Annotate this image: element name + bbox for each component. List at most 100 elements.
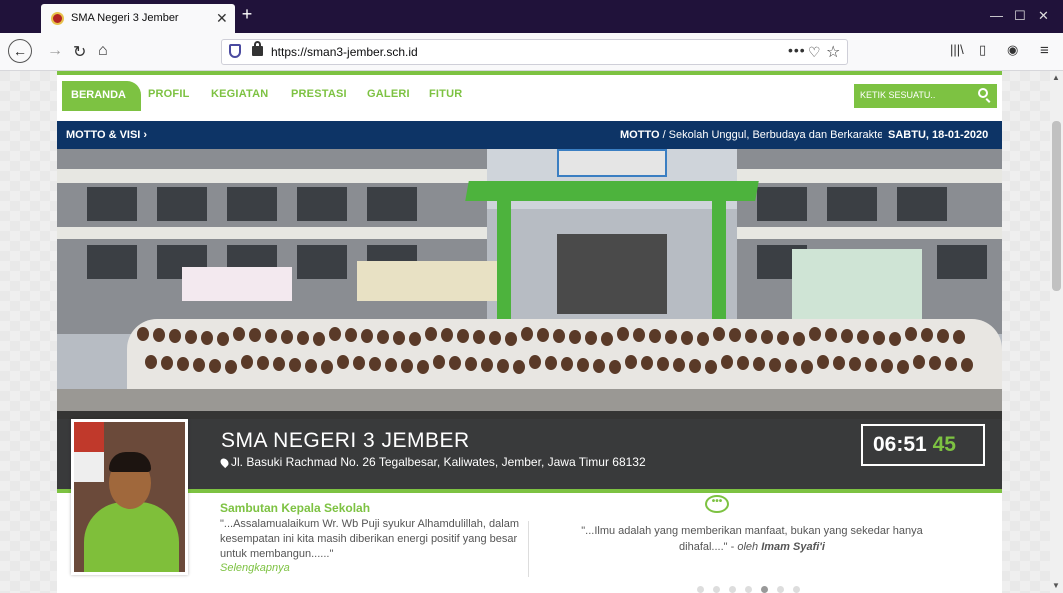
current-date: SABTU, 18-01-2020 [888, 129, 989, 141]
url-text[interactable]: https://sman3-jember.sch.id [271, 45, 418, 59]
person-head [169, 329, 181, 343]
menu-icon[interactable]: ≡ [1040, 42, 1049, 59]
nav-item-galeri[interactable]: GALERI [367, 88, 410, 100]
account-icon[interactable]: ◉ [1007, 42, 1018, 58]
person-head [609, 360, 621, 374]
new-tab-icon[interactable]: + [237, 4, 257, 25]
browser-tab[interactable]: SMA Negeri 3 Jember ✕ [41, 4, 235, 33]
school-address: Jl. Basuki Rachmad No. 26 Tegalbesar, Ka… [218, 455, 646, 469]
scrollbar-thumb[interactable] [1052, 121, 1061, 291]
person-head [945, 357, 957, 371]
sidebar-icon[interactable]: ▯ [979, 42, 986, 58]
slider-dot[interactable] [777, 586, 784, 593]
person-head [233, 327, 245, 341]
nav-item-profil[interactable]: PROFIL [148, 88, 190, 100]
person-head [473, 330, 485, 344]
person-head [625, 355, 637, 369]
search-box[interactable]: KETIK SESUATU.. [854, 84, 997, 108]
person-head [585, 331, 597, 345]
principal-photo [71, 419, 188, 575]
clock-seconds: 45 [932, 433, 956, 456]
person-head [601, 332, 613, 346]
person-head [745, 329, 757, 343]
nav-item-prestasi[interactable]: PRESTASI [291, 88, 347, 100]
building-left-band [57, 169, 487, 183]
page-viewport: BERANDA PROFIL KEGIATAN PRESTASI GALERI … [0, 71, 1050, 593]
page-actions-icon[interactable]: ••• [788, 42, 806, 58]
slider-dot[interactable] [745, 586, 752, 593]
maximize-icon[interactable]: ☐ [1014, 8, 1026, 24]
bookmark-star-icon[interactable]: ☆ [826, 42, 840, 62]
clock-hour-minute: 06:51 [873, 433, 927, 456]
quote-text: "...Ilmu adalah yang memberikan manfaat,… [567, 523, 937, 555]
school-name: SMA NEGERI 3 JEMBER [221, 429, 470, 452]
person-head [777, 331, 789, 345]
person-head [673, 358, 685, 372]
slider-dot[interactable] [761, 586, 768, 593]
home-icon[interactable]: ⌂ [98, 42, 108, 60]
tab-title: SMA Negeri 3 Jember [71, 12, 179, 24]
person-head [641, 356, 653, 370]
url-bar[interactable]: https://sman3-jember.sch.id ••• ♡ ☆ [221, 39, 848, 65]
nav-item-beranda[interactable]: BERANDA [62, 81, 141, 111]
person-head [153, 328, 165, 342]
banner-right [792, 249, 922, 324]
slider-dot[interactable] [697, 586, 704, 593]
person-head [769, 358, 781, 372]
banner-left [182, 267, 292, 301]
person-head [489, 331, 501, 345]
person-head [961, 358, 973, 372]
page-scrollbar[interactable]: ▲ ▼ [1050, 71, 1063, 593]
scroll-up-icon[interactable]: ▲ [1052, 73, 1060, 82]
slider-dot[interactable] [729, 586, 736, 593]
person-head [617, 327, 629, 341]
nav-item-kegiatan[interactable]: KEGIATAN [211, 88, 268, 100]
welcome-heading: Sambutan Kepala Sekolah [220, 501, 371, 515]
person-head [385, 358, 397, 372]
library-icon[interactable]: |||\ [950, 42, 964, 57]
person-head [545, 356, 557, 370]
person-head [561, 357, 573, 371]
person-head [953, 330, 965, 344]
green-pillar-right [712, 201, 726, 331]
reload-icon[interactable]: ↻ [73, 42, 86, 62]
nav-item-fitur[interactable]: FITUR [429, 88, 462, 100]
person-head [225, 360, 237, 374]
person-head [577, 358, 589, 372]
person-head [785, 359, 797, 373]
person-head [449, 356, 461, 370]
person-head [209, 359, 221, 373]
slider-dot[interactable] [713, 586, 720, 593]
forward-icon[interactable]: → [47, 42, 63, 60]
shield-icon[interactable] [229, 44, 241, 58]
person-head [409, 332, 421, 346]
entrance [557, 234, 667, 314]
back-icon[interactable]: ← [8, 39, 32, 63]
window [297, 187, 347, 221]
digital-clock: 06:51 45 [861, 424, 985, 466]
search-icon[interactable] [978, 88, 988, 98]
close-window-icon[interactable]: ✕ [1038, 8, 1049, 24]
person-head [929, 356, 941, 370]
minimize-icon[interactable]: — [990, 8, 1003, 23]
person-head [569, 330, 581, 344]
person-head [897, 360, 909, 374]
person-head [841, 329, 853, 343]
close-tab-icon[interactable]: ✕ [216, 10, 228, 27]
motto-visi-link[interactable]: MOTTO & VISI › [66, 129, 147, 141]
browser-tabbar: SMA Negeri 3 Jember ✕ + — ☐ ✕ [0, 0, 1063, 33]
window [827, 187, 877, 221]
person-head [721, 355, 733, 369]
motto-label: MOTTO [620, 129, 660, 141]
site-container: BERANDA PROFIL KEGIATAN PRESTASI GALERI … [57, 71, 1002, 593]
scroll-down-icon[interactable]: ▼ [1052, 581, 1060, 590]
person-head [505, 332, 517, 346]
pocket-icon[interactable]: ♡ [808, 44, 821, 61]
address-text: Jl. Basuki Rachmad No. 26 Tegalbesar, Ka… [231, 455, 646, 469]
person-head [465, 357, 477, 371]
person-head [257, 356, 269, 370]
slider-dot[interactable] [793, 586, 800, 593]
lock-icon[interactable] [252, 41, 263, 56]
search-input[interactable]: KETIK SESUATU.. [860, 90, 935, 100]
read-more-link[interactable]: Selengkapnya [220, 562, 530, 574]
